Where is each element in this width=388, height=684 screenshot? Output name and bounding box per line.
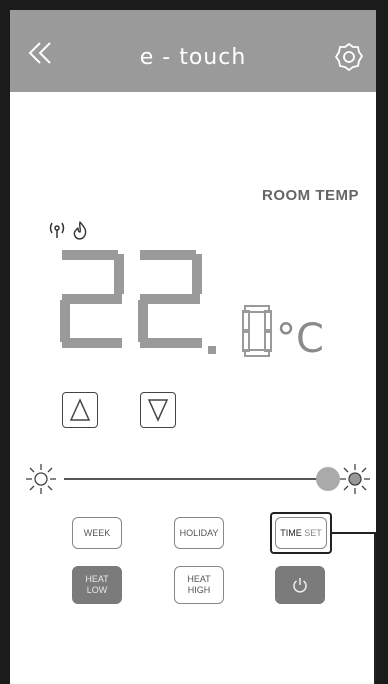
heat-high-button[interactable]: HEAT HIGH [174,566,224,604]
time-set-button[interactable]: TIME SET [275,517,327,549]
holiday-button[interactable]: HOLIDAY [174,517,224,549]
time-label: TIME [280,527,302,538]
callout-line [332,532,376,534]
room-temp-label: ROOM TEMP [262,187,359,204]
brightness-track[interactable] [64,478,326,480]
sun-filled-icon [340,464,370,494]
heat-high-line1: HEAT [187,574,211,584]
sun-outline-icon [26,464,56,494]
week-button[interactable]: WEEK [72,517,122,549]
flame-icon [73,221,87,240]
set-label: SET [304,527,322,538]
decimal-dot [208,346,216,354]
status-icons [46,220,106,242]
app-screen: e - touch ROOM TEMP °C WEEK HOLIDAY TIME… [10,10,376,684]
heat-low-button[interactable]: HEAT LOW [72,566,122,604]
callout-line-vertical [374,532,376,684]
wifi-signal-icon [49,222,65,238]
app-title: e - touch [139,45,247,70]
temp-up-button[interactable] [62,392,98,428]
triangle-up-icon [69,398,91,421]
settings-button[interactable] [334,42,364,72]
app-header: e - touch [10,10,376,92]
power-icon [293,578,307,593]
temperature-whole-digits [60,250,202,348]
temperature-unit: °C [276,316,324,362]
brightness-thumb[interactable] [316,467,340,491]
triangle-down-icon [147,399,169,422]
power-button[interactable] [275,566,325,604]
heat-high-line2: HIGH [187,585,211,595]
brightness-slider-row [24,462,370,496]
heat-low-line1: HEAT [85,574,109,584]
gear-icon [335,43,363,71]
temperature-tenth-digit [242,305,272,357]
heat-low-line2: LOW [86,585,108,595]
temp-down-button[interactable] [140,392,176,428]
